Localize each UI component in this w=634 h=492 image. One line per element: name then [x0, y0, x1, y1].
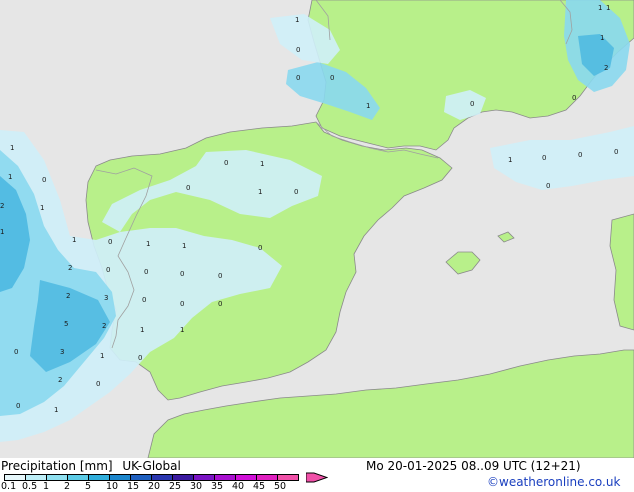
point-value: 0	[546, 182, 550, 190]
point-value: 0	[106, 266, 110, 274]
point-value: 0	[180, 300, 184, 308]
point-value: 0	[572, 94, 576, 102]
legend-swatch	[25, 474, 47, 481]
point-value: 0	[294, 188, 298, 196]
credit-link[interactable]: ©weatheronline.co.uk	[487, 476, 620, 488]
point-value: 0	[218, 300, 222, 308]
legend-swatch	[88, 474, 110, 481]
point-value: 0	[578, 151, 582, 159]
point-value: 0	[42, 176, 46, 184]
point-value: 0	[542, 154, 546, 162]
point-value: 0	[16, 402, 20, 410]
legend-title: Precipitation [mm] UK-Global	[1, 460, 181, 472]
legend-swatch	[109, 474, 131, 481]
point-value: 1	[182, 242, 186, 250]
point-value: 1	[72, 236, 76, 244]
point-value: 3	[104, 294, 108, 302]
legend-arrow	[306, 472, 328, 483]
point-value: 2	[58, 376, 62, 384]
point-value: 1	[598, 4, 602, 12]
point-value: 0	[296, 74, 300, 82]
point-value: 1	[258, 188, 262, 196]
point-value: 1	[100, 352, 104, 360]
point-value: 0	[470, 100, 474, 108]
point-value: 1	[40, 204, 44, 212]
point-value: 1	[54, 406, 58, 414]
point-value: 1	[8, 173, 12, 181]
legend-swatch	[130, 474, 152, 481]
legend-swatch	[214, 474, 236, 481]
point-value: 2	[0, 202, 4, 210]
point-value: 2	[604, 64, 608, 72]
legend-swatch	[256, 474, 278, 481]
point-value: 1	[606, 4, 610, 12]
point-value: 1	[260, 160, 264, 168]
point-value: 0	[142, 296, 146, 304]
point-value: 0	[218, 272, 222, 280]
legend-swatch	[277, 474, 299, 481]
map-canvas: 1 0 0 0 1 1 0 1 0 0 0 1 0 1 0 1 1 0 1 0 …	[0, 0, 634, 458]
point-value: 2	[68, 264, 72, 272]
point-value: 1	[140, 326, 144, 334]
precipitation-map: 1 0 0 0 1 1 0 1 0 0 0 1 0 1 0 1 1 0 1 0 …	[0, 0, 634, 491]
point-value: 0	[186, 184, 190, 192]
legend-swatch	[235, 474, 257, 481]
point-value: 1	[295, 16, 299, 24]
point-value: 0	[224, 159, 228, 167]
point-value: 1	[146, 240, 150, 248]
point-value: 0	[144, 268, 148, 276]
legend-swatch	[193, 474, 215, 481]
model-label: UK-Global	[122, 459, 181, 473]
valid-time: Mo 20-01-2025 08..09 UTC (12+21)	[366, 459, 581, 473]
point-value: 0	[296, 46, 300, 54]
legend-swatch	[151, 474, 173, 481]
point-value: 0	[96, 380, 100, 388]
legend-swatch	[46, 474, 68, 481]
legend-swatch	[4, 474, 26, 481]
point-value: 1	[0, 228, 4, 236]
point-value: 0	[180, 270, 184, 278]
point-value: 0	[138, 354, 142, 362]
legend-swatch	[172, 474, 194, 481]
point-value: 2	[102, 322, 106, 330]
point-value: 5	[64, 320, 68, 328]
point-value: 0	[258, 244, 262, 252]
precipitation-label: Precipitation [mm]	[1, 459, 113, 473]
point-value: 0	[330, 74, 334, 82]
point-value: 3	[60, 348, 64, 356]
point-value: 1	[180, 326, 184, 334]
point-value: 0	[108, 238, 112, 246]
point-value: 0	[14, 348, 18, 356]
point-value: 2	[66, 292, 70, 300]
point-value: 0	[614, 148, 618, 156]
legend-color-bar	[4, 474, 299, 481]
point-value: 1	[600, 34, 604, 42]
legend-swatch	[67, 474, 89, 481]
point-value: 1	[508, 156, 512, 164]
point-value: 1	[10, 144, 14, 152]
point-value: 1	[366, 102, 370, 110]
